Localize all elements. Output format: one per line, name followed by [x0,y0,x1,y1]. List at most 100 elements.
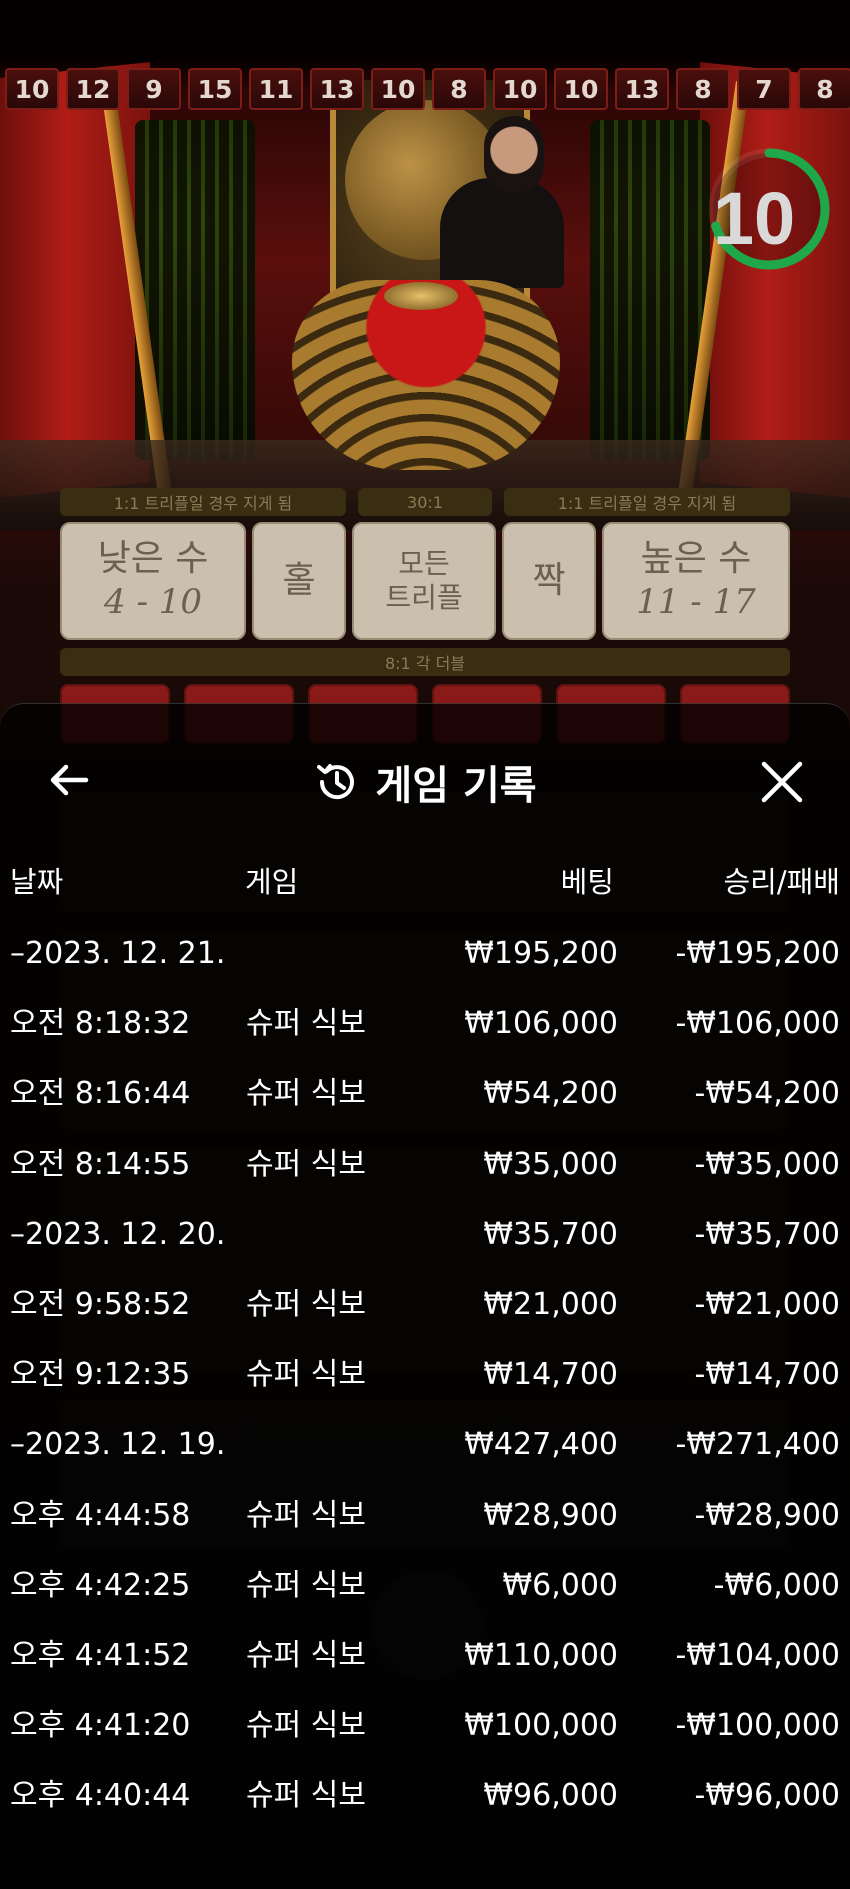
bet-even[interactable]: 짝 [502,522,596,640]
history-row-bet: ₩195,200 [464,936,618,971]
bet-low-range: 4 - 10 [104,582,202,622]
bet-low-label: 낮은 수 [97,538,209,579]
history-result: 15 [188,68,242,110]
result-history-strip: 10 12 9 15 11 13 10 8 10 10 13 8 7 8 [5,68,850,110]
history-result: 10 [371,68,425,110]
history-row-time: 오전 9:12:35 [10,1357,191,1393]
history-row-game: 슈퍼 식보 [246,1146,366,1182]
history-day-date: –2023. 12. 20. [10,1216,226,1252]
history-row-time: 오후 4:42:25 [10,1567,191,1603]
history-row-game: 슈퍼 식보 [246,1708,366,1744]
history-row-time: 오후 4:44:58 [10,1497,191,1533]
history-row-time: 오전 8:18:32 [10,1006,191,1042]
history-game-row: 오전 8:16:44 슈퍼 식보 ₩54,200 -₩54,200 [0,1072,850,1142]
history-clock-icon [317,764,355,800]
history-row-time: 오후 4:41:20 [10,1708,191,1744]
bet-odd-label: 홀 [282,560,316,601]
history-result: 8 [798,68,850,110]
dice-shaker [384,282,458,310]
history-row-win-loss: -₩35,000 [694,1146,840,1182]
history-game-row: 오후 4:42:25 슈퍼 식보 ₩6,000 -₩6,000 [0,1564,850,1634]
history-row-game: 슈퍼 식보 [246,1567,366,1603]
history-row-win-loss: -₩195,200 [675,936,840,971]
history-row-time: 오후 4:41:52 [10,1637,191,1673]
history-result: 11 [249,68,303,110]
history-result: 8 [432,68,486,110]
bet-any-triple-label-2: 트리플 [385,581,463,614]
history-row-time: 오전 8:14:55 [10,1146,191,1182]
history-day-date: –2023. 12. 19. [10,1427,226,1463]
history-row-win-loss: -₩104,000 [675,1637,840,1673]
bet-any-triple-label-1: 모든 [398,547,450,580]
history-result: 9 [127,68,181,110]
low-payout-label: 1:1 트리플일 경우 지게 됨 [60,488,346,516]
countdown-timer-value: 10 [712,177,796,260]
history-result: 8 [676,68,730,110]
history-day-summary-row[interactable]: –2023. 12. 19. ₩427,400 -₩271,400 [0,1423,850,1493]
history-row-game: 슈퍼 식보 [246,1286,366,1322]
history-row-time: 오전 9:58:52 [10,1286,191,1322]
column-header-win-loss: 승리/패배 [723,865,841,899]
bet-high-label: 높은 수 [640,538,752,579]
game-history-panel: 게임 기록 날짜 게임 베팅 승리/패배 –2023. 12. 21. ₩195,… [0,703,850,1889]
history-game-row: 오전 8:18:32 슈퍼 식보 ₩106,000 -₩106,000 [0,1002,850,1072]
history-row-game: 슈퍼 식보 [246,1076,366,1112]
history-game-row: 오전 9:12:35 슈퍼 식보 ₩14,700 -₩14,700 [0,1353,850,1423]
triple-payout-label: 30:1 [358,488,492,516]
bet-even-label: 짝 [532,560,566,601]
column-header-date: 날짜 [10,865,64,899]
history-row-win-loss: -₩271,400 [675,1427,840,1463]
history-row-game: 슈퍼 식보 [246,1497,366,1533]
history-row-bet: ₩96,000 [483,1778,618,1814]
double-payout-label: 8:1 각 더블 [60,648,790,676]
right-curtain [700,62,850,498]
history-game-row: 오후 4:40:44 슈퍼 식보 ₩96,000 -₩96,000 [0,1774,850,1844]
history-row-bet: ₩35,700 [483,1216,618,1252]
history-row-bet: ₩14,700 [483,1357,618,1393]
history-game-row: 오전 8:14:55 슈퍼 식보 ₩35,000 -₩35,000 [0,1143,850,1213]
history-game-row: 오전 9:58:52 슈퍼 식보 ₩21,000 -₩21,000 [0,1283,850,1353]
bet-high-range: 11 - 17 [636,582,756,622]
history-table-body: –2023. 12. 21. ₩195,200 -₩195,200 오전 8:18:3… [0,932,850,1844]
bet-odd[interactable]: 홀 [252,522,346,640]
history-result: 10 [493,68,547,110]
history-game-row: 오후 4:41:52 슈퍼 식보 ₩110,000 -₩104,000 [0,1634,850,1704]
bet-low[interactable]: 낮은 수 4 - 10 [60,522,246,640]
history-row-game: 슈퍼 식보 [246,1778,366,1814]
history-day-summary-row[interactable]: –2023. 12. 21. ₩195,200 -₩195,200 [0,932,850,1002]
history-row-win-loss: -₩21,000 [694,1286,840,1322]
history-row-win-loss: -₩28,900 [694,1497,840,1533]
history-result: 7 [737,68,791,110]
high-payout-label: 1:1 트리플일 경우 지게 됨 [504,488,790,516]
panel-title: 게임 기록 [375,763,537,809]
history-row-bet: ₩106,000 [464,1006,618,1042]
dealer-head [484,116,544,192]
history-row-win-loss: -₩54,200 [694,1076,840,1112]
dealer-body [440,178,564,288]
history-row-bet: ₩28,900 [483,1497,618,1533]
history-result: 12 [66,68,120,110]
column-header-bet: 베팅 [560,865,614,899]
close-icon[interactable] [754,754,810,810]
history-row-game: 슈퍼 식보 [246,1357,366,1393]
history-row-game: 슈퍼 식보 [246,1637,366,1673]
history-row-win-loss: -₩35,700 [694,1216,840,1252]
history-day-date: –2023. 12. 21. [10,936,226,971]
history-game-row: 오후 4:41:20 슈퍼 식보 ₩100,000 -₩100,000 [0,1704,850,1774]
history-row-bet: ₩54,200 [483,1076,618,1112]
bet-any-triple[interactable]: 모든 트리플 [352,522,496,640]
column-header-game: 게임 [245,865,299,899]
history-day-summary-row[interactable]: –2023. 12. 20. ₩35,700 -₩35,700 [0,1213,850,1283]
history-row-win-loss: -₩14,700 [694,1357,840,1393]
history-game-row: 오후 4:44:58 슈퍼 식보 ₩28,900 -₩28,900 [0,1494,850,1564]
bet-high[interactable]: 높은 수 11 - 17 [602,522,790,640]
history-row-bet: ₩427,400 [464,1427,618,1463]
history-result: 13 [310,68,364,110]
panel-title-group: 게임 기록 [0,740,850,824]
history-result: 10 [5,68,59,110]
history-row-bet: ₩21,000 [483,1286,618,1322]
history-row-win-loss: -₩96,000 [694,1778,840,1814]
history-row-time: 오전 8:16:44 [10,1076,191,1112]
history-row-win-loss: -₩100,000 [675,1708,840,1744]
history-row-bet: ₩100,000 [464,1708,618,1744]
